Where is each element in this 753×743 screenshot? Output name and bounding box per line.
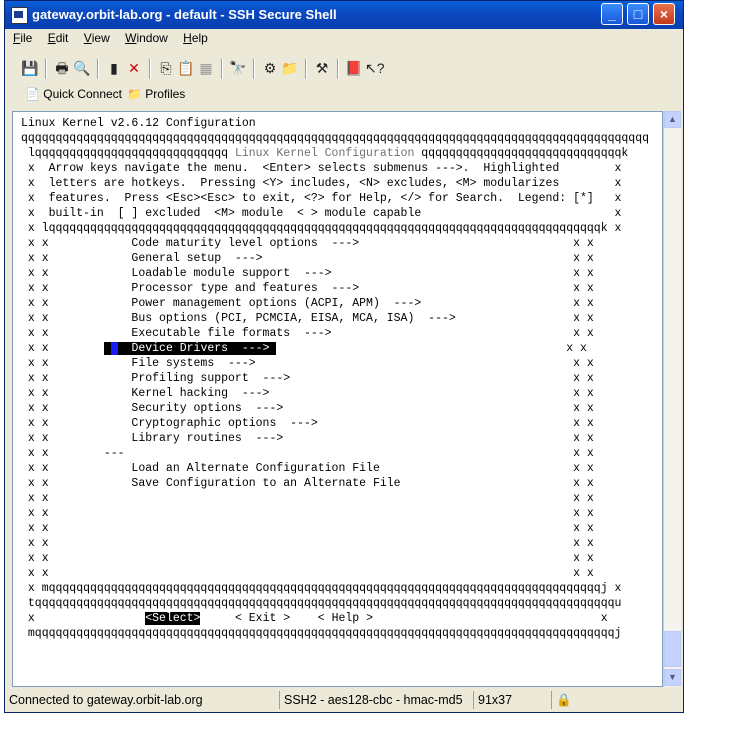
terminal-line: x x x x — [21, 522, 594, 535]
terminal-line: x built-in [ ] excluded <M> module < > m… — [21, 207, 622, 220]
title-bar[interactable]: gateway.orbit-lab.org - default - SSH Se… — [5, 1, 683, 29]
terminal-line: x x General setup ---> x x — [21, 252, 594, 265]
terminal-line: x mqqqqqqqqqqqqqqqqqqqqqqqqqqqqqqqqqqqqq… — [21, 582, 622, 595]
settings-icon[interactable]: ⚙ — [261, 59, 279, 77]
close-button[interactable]: × — [653, 3, 675, 25]
toolbar-separator — [45, 59, 47, 79]
find-icon[interactable]: 🔭 — [229, 59, 247, 77]
profile-settings-icon[interactable]: 📁 — [281, 59, 299, 77]
terminal-line: x x Profiling support ---> x x — [21, 372, 594, 385]
paste-icon[interactable]: 📋 — [177, 59, 195, 77]
menu-edit[interactable]: Edit — [48, 31, 69, 45]
tools-icon[interactable]: ⚒ — [313, 59, 331, 77]
toolbar-separator — [305, 59, 307, 79]
terminal-line: x Arrow keys navigate the menu. <Enter> … — [21, 162, 622, 175]
status-size: 91x37 — [473, 691, 549, 709]
terminal-line: x x Loadable module support ---> x x — [21, 267, 594, 280]
print-icon[interactable]: 🖶 — [53, 59, 71, 77]
select-button[interactable]: <Select> — [145, 612, 201, 625]
toolbar-separator — [221, 59, 223, 79]
menu-item-device-drivers[interactable]: Device Drivers ---> — [103, 342, 277, 355]
terminal-line: mqqqqqqqqqqqqqqqqqqqqqqqqqqqqqqqqqqqqqqq… — [21, 627, 622, 640]
vertical-scrollbar[interactable]: ▲ ▼ — [663, 111, 681, 687]
terminal-line: x x x x — [21, 552, 594, 565]
terminal-area[interactable]: Linux Kernel v2.6.12 Configuration qqqqqq… — [12, 111, 663, 687]
terminal-line: x features. Press <Esc><Esc> to exit, <?… — [21, 192, 622, 205]
terminal-line: Linux Kernel v2.6.12 Configuration — [21, 117, 256, 130]
terminal-line: x x x x — [21, 567, 594, 580]
terminal-line: x x x x — [21, 492, 594, 505]
toolbar-separator — [97, 59, 99, 79]
terminal-line: x x x x — [21, 537, 594, 550]
terminal-line: x x Kernel hacking ---> x x — [21, 387, 594, 400]
disconnect-icon[interactable]: ▮ — [105, 59, 123, 77]
terminal-line: x x Bus options (PCI, PCMCIA, EISA, MCA,… — [21, 312, 594, 325]
paste-clipboard-icon[interactable]: ▦ — [197, 59, 215, 77]
terminal-line: x x Library routines ---> x x — [21, 432, 594, 445]
terminal-line: x x File systems ---> x x — [21, 357, 594, 370]
help-book-icon[interactable]: 📕 — [345, 59, 363, 77]
terminal-text: Linux Kernel v2.6.12 Configuration qqqqqq… — [21, 116, 649, 641]
window-title: gateway.orbit-lab.org - default - SSH Se… — [32, 7, 337, 22]
terminal-line: x lqqqqqqqqqqqqqqqqqqqqqqqqqqqqqqqqqqqqq… — [21, 222, 622, 235]
toolbar-separator — [253, 59, 255, 79]
folder-icon: 📁 — [127, 87, 142, 101]
save-icon[interactable]: 💾 — [21, 59, 39, 77]
terminal-line: x x Processor type and features ---> x x — [21, 282, 594, 295]
scroll-thumb[interactable] — [664, 631, 681, 667]
quick-connect-icon: 📄 — [25, 87, 40, 101]
quick-connect-label: Quick Connect — [43, 87, 122, 101]
toolbar-separator — [149, 59, 151, 79]
terminal-line: x x Code maturity level options ---> x x — [21, 237, 594, 250]
terminal-line: x x x x — [21, 507, 594, 520]
terminal-line: x <Select> < Exit > < Help > x — [21, 612, 608, 625]
terminal-line: x x Device Drivers ---> x x — [21, 342, 587, 355]
ssh-window: gateway.orbit-lab.org - default - SSH Se… — [4, 0, 684, 713]
menu-help[interactable]: Help — [183, 31, 208, 45]
terminal-line: lqqqqqqqqqqqqqqqqqqqqqqqqqqqq Linux Kern… — [21, 147, 629, 160]
terminal-line: x x Security options ---> x x — [21, 402, 594, 415]
terminal-line: x x Cryptographic options ---> x x — [21, 417, 594, 430]
terminal-line: x x Load an Alternate Configuration File… — [21, 462, 594, 475]
scroll-up-icon[interactable]: ▲ — [664, 111, 681, 128]
minimize-button[interactable]: _ — [601, 3, 623, 25]
menu-window[interactable]: Window — [125, 31, 168, 45]
lock-icon: 🔒 — [551, 691, 577, 709]
menu-file[interactable]: File — [13, 31, 32, 45]
terminal-line: x x --- x x — [21, 447, 594, 460]
terminal-line: x x Executable file formats ---> x x — [21, 327, 594, 340]
profiles-button[interactable]: 📁 Profiles — [127, 87, 185, 101]
disconnect-red-icon[interactable]: ✕ — [125, 59, 143, 77]
maximize-button[interactable]: □ — [627, 3, 649, 25]
copy-icon[interactable]: ⎘ — [157, 59, 175, 77]
print-preview-icon[interactable]: 🔍 — [73, 59, 91, 77]
quick-connect-button[interactable]: 📄 Quick Connect — [25, 87, 122, 101]
toolbar-separator — [337, 59, 339, 79]
menu-view[interactable]: View — [84, 31, 110, 45]
terminal-line: x x Save Configuration to an Alternate F… — [21, 477, 594, 490]
status-cipher: SSH2 - aes128-cbc - hmac-md5 — [279, 691, 471, 709]
scroll-down-icon[interactable]: ▼ — [664, 669, 681, 686]
terminal-line: x letters are hotkeys. Pressing <Y> incl… — [21, 177, 622, 190]
terminal-line: qqqqqqqqqqqqqqqqqqqqqqqqqqqqqqqqqqqqqqqq… — [21, 132, 650, 145]
status-connection: Connected to gateway.orbit-lab.org — [9, 693, 203, 707]
status-bar: Connected to gateway.orbit-lab.org SSH2 … — [5, 689, 683, 711]
whats-this-icon[interactable]: ↖? — [365, 59, 385, 77]
ssh-app-icon[interactable] — [11, 7, 28, 24]
terminal-line: x x Power management options (ACPI, APM)… — [21, 297, 594, 310]
terminal-line: tqqqqqqqqqqqqqqqqqqqqqqqqqqqqqqqqqqqqqqq… — [21, 597, 622, 610]
menu-bar: File Edit View Window Help — [13, 31, 220, 53]
profiles-label: Profiles — [145, 87, 186, 101]
